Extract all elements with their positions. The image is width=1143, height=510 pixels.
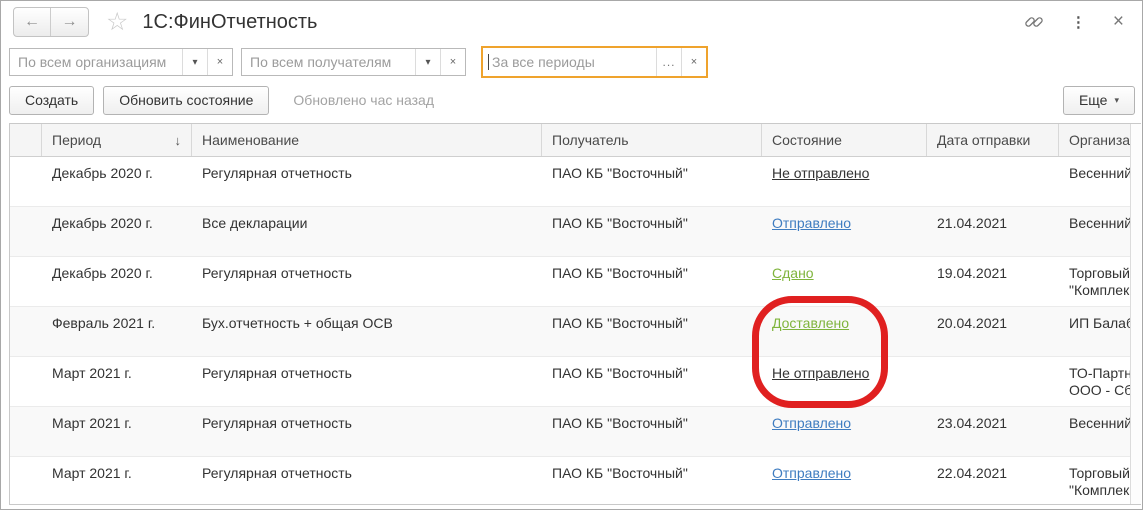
sort-descending-icon: ↓ (169, 133, 182, 148)
table-row[interactable]: Февраль 2021 г. Бух.отчетность + общая О… (10, 307, 1131, 357)
organization-filter-value[interactable]: По всем организациям (10, 54, 182, 70)
get-link-icon[interactable] (1024, 12, 1044, 32)
recipient-cell: ПАО КБ "Восточный" (542, 257, 762, 281)
column-header-name[interactable]: Наименование (192, 124, 542, 156)
chevron-down-icon[interactable]: ▾ (182, 49, 207, 75)
column-header-row-marker (10, 124, 42, 156)
choose-period-ellipsis-button[interactable]: ... (656, 48, 681, 76)
name-cell: Регулярная отчетность (192, 407, 542, 431)
recipient-cell: ПАО КБ "Восточный" (542, 157, 762, 181)
organization-cell: ТО-ПартнеООО - Сб (1059, 357, 1131, 399)
table-body: Декабрь 2020 г. Регулярная отчетность ПА… (10, 157, 1131, 504)
table-row[interactable]: Декабрь 2020 г. Регулярная отчетность ПА… (10, 257, 1131, 307)
chevron-down-icon: ▾ (1114, 95, 1119, 106)
vertical-scrollbar[interactable] (1130, 124, 1141, 504)
command-bar: Создать Обновить состояние Обновлено час… (9, 83, 1135, 117)
back-arrow-icon: ← (24, 13, 40, 31)
name-cell: Регулярная отчетность (192, 257, 542, 281)
create-button[interactable]: Создать (9, 86, 94, 115)
period-cell: Декабрь 2020 г. (42, 157, 192, 181)
organization-filter-combobox[interactable]: По всем организациям ▾ × (9, 48, 233, 76)
period-cell: Декабрь 2020 г. (42, 257, 192, 281)
clear-filter-icon[interactable]: × (681, 48, 706, 76)
table-row[interactable]: Декабрь 2020 г. Регулярная отчетность ПА… (10, 157, 1131, 207)
organization-cell: Весенний (1059, 407, 1131, 432)
back-button[interactable]: ← (14, 8, 51, 36)
recipient-cell: ПАО КБ "Восточный" (542, 307, 762, 331)
column-header-sent-date[interactable]: Дата отправки (927, 124, 1059, 156)
filter-bar: По всем организациям ▾ × По всем получат… (9, 45, 1134, 79)
clear-filter-icon[interactable]: × (440, 49, 465, 75)
column-header-period-label: Период (52, 132, 101, 148)
period-cell: Март 2021 г. (42, 357, 192, 381)
table-row[interactable]: Март 2021 г. Регулярная отчетность ПАО К… (10, 357, 1131, 407)
name-cell: Все декларации (192, 207, 542, 231)
sent-date-cell: 19.04.2021 (927, 257, 1059, 281)
grid-inner: Период ↓ Наименование Получатель Состоян… (10, 124, 1131, 504)
name-cell: Регулярная отчетность (192, 357, 542, 381)
status-link[interactable]: Не отправлено (772, 365, 869, 381)
sent-date-cell: 20.04.2021 (927, 307, 1059, 331)
status-link[interactable]: Доставлено (772, 315, 849, 331)
sent-date-cell (927, 157, 1059, 165)
forward-arrow-icon: → (62, 13, 78, 31)
column-header-recipient[interactable]: Получатель (542, 124, 762, 156)
more-menu-kebab-icon[interactable]: ⋮ (1071, 13, 1086, 31)
period-filter-value[interactable]: За все периоды (489, 54, 656, 70)
table-row[interactable]: Март 2021 г. Регулярная отчетность ПАО К… (10, 407, 1131, 457)
recipient-cell: ПАО КБ "Восточный" (542, 357, 762, 381)
app-window: ← → ☆ 1С:ФинОтчетность ⋮ × По всем орган… (0, 0, 1143, 510)
more-actions-label: Еще (1079, 92, 1108, 108)
status-link[interactable]: Не отправлено (772, 165, 869, 181)
organization-cell: Весенний (1059, 157, 1131, 182)
close-icon[interactable]: × (1113, 11, 1124, 33)
recipient-cell: ПАО КБ "Восточный" (542, 407, 762, 431)
sent-date-cell: 21.04.2021 (927, 207, 1059, 231)
column-header-organization[interactable]: Организация (1059, 124, 1131, 156)
sent-date-cell: 22.04.2021 (927, 457, 1059, 481)
name-cell: Регулярная отчетность (192, 157, 542, 181)
organization-cell: ИП Балаб (1059, 307, 1131, 332)
table-row[interactable]: Март 2021 г. Регулярная отчетность ПАО К… (10, 457, 1131, 504)
status-link[interactable]: Сдано (772, 265, 814, 281)
forward-button[interactable]: → (51, 8, 88, 36)
more-actions-button[interactable]: Еще ▾ (1063, 86, 1135, 115)
page-title: 1С:ФинОтчетность (142, 11, 317, 34)
clear-filter-icon[interactable]: × (207, 49, 232, 75)
name-cell: Бух.отчетность + общая ОСВ (192, 307, 542, 331)
period-cell: Март 2021 г. (42, 457, 192, 481)
recipient-cell: ПАО КБ "Восточный" (542, 457, 762, 481)
top-bar: ← → ☆ 1С:ФинОтчетность ⋮ × (1, 1, 1142, 43)
status-link[interactable]: Отправлено (772, 215, 851, 231)
organization-cell: Весенний (1059, 207, 1131, 232)
sent-date-cell: 23.04.2021 (927, 407, 1059, 431)
period-cell: Декабрь 2020 г. (42, 207, 192, 231)
status-link[interactable]: Отправлено (772, 465, 851, 481)
organization-cell: Торговый"Комплекс (1059, 257, 1131, 299)
favorite-star-icon[interactable]: ☆ (106, 10, 128, 35)
recipient-filter-value[interactable]: По всем получателям (242, 54, 415, 70)
name-cell: Регулярная отчетность (192, 457, 542, 481)
refresh-state-button[interactable]: Обновить состояние (103, 86, 269, 115)
table-header-row: Период ↓ Наименование Получатель Состоян… (10, 124, 1131, 157)
top-bar-actions: ⋮ × (1024, 11, 1142, 33)
report-list-grid: Период ↓ Наименование Получатель Состоян… (9, 123, 1141, 505)
sent-date-cell (927, 357, 1059, 365)
status-link[interactable]: Отправлено (772, 415, 851, 431)
table-row[interactable]: Декабрь 2020 г. Все декларации ПАО КБ "В… (10, 207, 1131, 257)
last-updated-text: Обновлено час назад (293, 92, 434, 108)
chevron-down-icon[interactable]: ▾ (415, 49, 440, 75)
recipient-filter-combobox[interactable]: По всем получателям ▾ × (241, 48, 466, 76)
column-header-period[interactable]: Период ↓ (42, 124, 192, 156)
period-filter-input[interactable]: За все периоды ... × (481, 46, 708, 78)
period-cell: Февраль 2021 г. (42, 307, 192, 331)
column-header-status[interactable]: Состояние (762, 124, 927, 156)
organization-cell: Торговый"Комплекс (1059, 457, 1131, 499)
nav-button-group: ← → (13, 7, 89, 37)
recipient-cell: ПАО КБ "Восточный" (542, 207, 762, 231)
period-cell: Март 2021 г. (42, 407, 192, 431)
